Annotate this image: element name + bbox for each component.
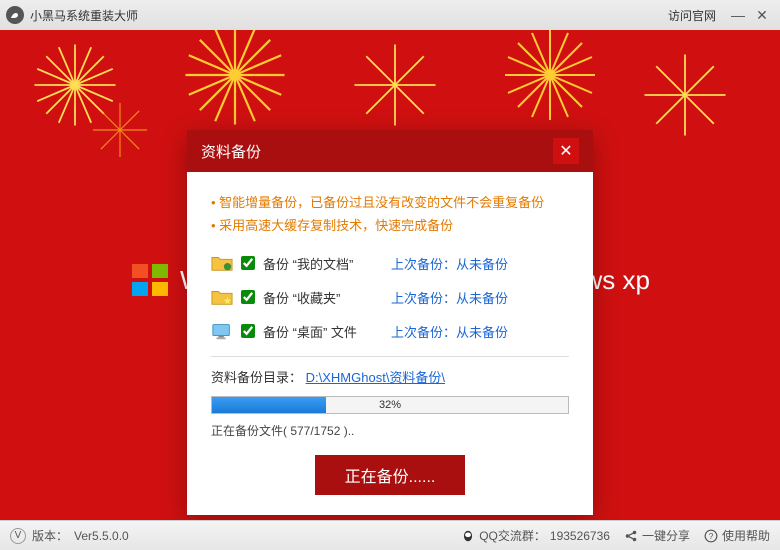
backup-status-button[interactable]: 正在备份......: [315, 455, 465, 495]
status-desktop[interactable]: 上次备份：从未备份: [391, 322, 508, 341]
hero-area: W ws xp 资料备份 ✕ 智能增量备份，已备份过且没有改变的文件不会重复备份…: [0, 30, 780, 520]
backup-path-line: 资料备份目录： D:\XHMGhost\资料备份\: [211, 367, 569, 386]
visit-site-link[interactable]: 访问官网: [668, 7, 716, 24]
backup-dialog: 资料备份 ✕ 智能增量备份，已备份过且没有改变的文件不会重复备份 采用高速大缓存…: [187, 130, 593, 515]
qq-group[interactable]: QQ交流群： 193526736: [461, 527, 610, 544]
app-window: 小黑马系统重装大师 访问官网 — ✕ W ws xp 资料备份 ✕: [0, 0, 780, 550]
folder-star-icon: [211, 287, 233, 307]
progress-bar: 32%: [211, 396, 569, 414]
divider: [211, 356, 569, 357]
dialog-header: 资料备份 ✕: [187, 130, 593, 172]
minimize-button[interactable]: —: [726, 7, 750, 23]
label-desktop: 备份 “桌面” 文件: [263, 322, 383, 341]
checkbox-desktop[interactable]: [241, 324, 255, 338]
backup-row-favorites: 备份 “收藏夹” 上次备份：从未备份: [211, 282, 569, 312]
help-button[interactable]: ? 使用帮助: [704, 527, 770, 544]
dialog-title: 资料备份: [201, 141, 261, 162]
path-label: 资料备份目录：: [211, 370, 302, 385]
app-logo-icon: [6, 6, 24, 24]
label-favorites: 备份 “收藏夹”: [263, 288, 383, 307]
progress-percent: 32%: [212, 397, 568, 413]
backup-row-documents: 备份 “我的文档” 上次备份：从未备份: [211, 248, 569, 278]
windows-flag-icon: [130, 260, 170, 300]
label-documents: 备份 “我的文档”: [263, 254, 383, 273]
help-icon: ?: [704, 529, 718, 543]
dialog-close-button[interactable]: ✕: [553, 138, 579, 164]
status-documents[interactable]: 上次备份：从未备份: [391, 254, 508, 273]
titlebar: 小黑马系统重装大师 访问官网 — ✕: [0, 0, 780, 30]
share-icon: [624, 529, 638, 543]
qq-icon: [461, 529, 475, 543]
desktop-icon: [211, 321, 233, 341]
folder-icon: [211, 253, 233, 273]
bullet-1: 智能增量备份，已备份过且没有改变的文件不会重复备份: [211, 192, 569, 211]
status-favorites[interactable]: 上次备份：从未备份: [391, 288, 508, 307]
version-value: Ver5.5.0.0: [74, 529, 129, 543]
checkbox-documents[interactable]: [241, 256, 255, 270]
bullet-2: 采用高速大缓存复制技术，快速完成备份: [211, 215, 569, 234]
statusbar: V 版本： Ver5.5.0.0 QQ交流群： 193526736 一键分享 ?…: [0, 520, 780, 550]
checkbox-favorites[interactable]: [241, 290, 255, 304]
close-button[interactable]: ✕: [750, 7, 774, 24]
backup-path-link[interactable]: D:\XHMGhost\资料备份\: [306, 370, 445, 385]
info-bullets: 智能增量备份，已备份过且没有改变的文件不会重复备份 采用高速大缓存复制技术，快速…: [211, 192, 569, 234]
backup-row-desktop: 备份 “桌面” 文件 上次备份：从未备份: [211, 316, 569, 346]
share-button[interactable]: 一键分享: [624, 527, 690, 544]
version-icon: V: [10, 528, 26, 544]
app-title: 小黑马系统重装大师: [30, 7, 668, 24]
file-count-status: 正在备份文件( 577/1752 )..: [211, 422, 569, 439]
version-label: 版本：: [32, 527, 68, 544]
svg-text:?: ?: [709, 531, 714, 540]
